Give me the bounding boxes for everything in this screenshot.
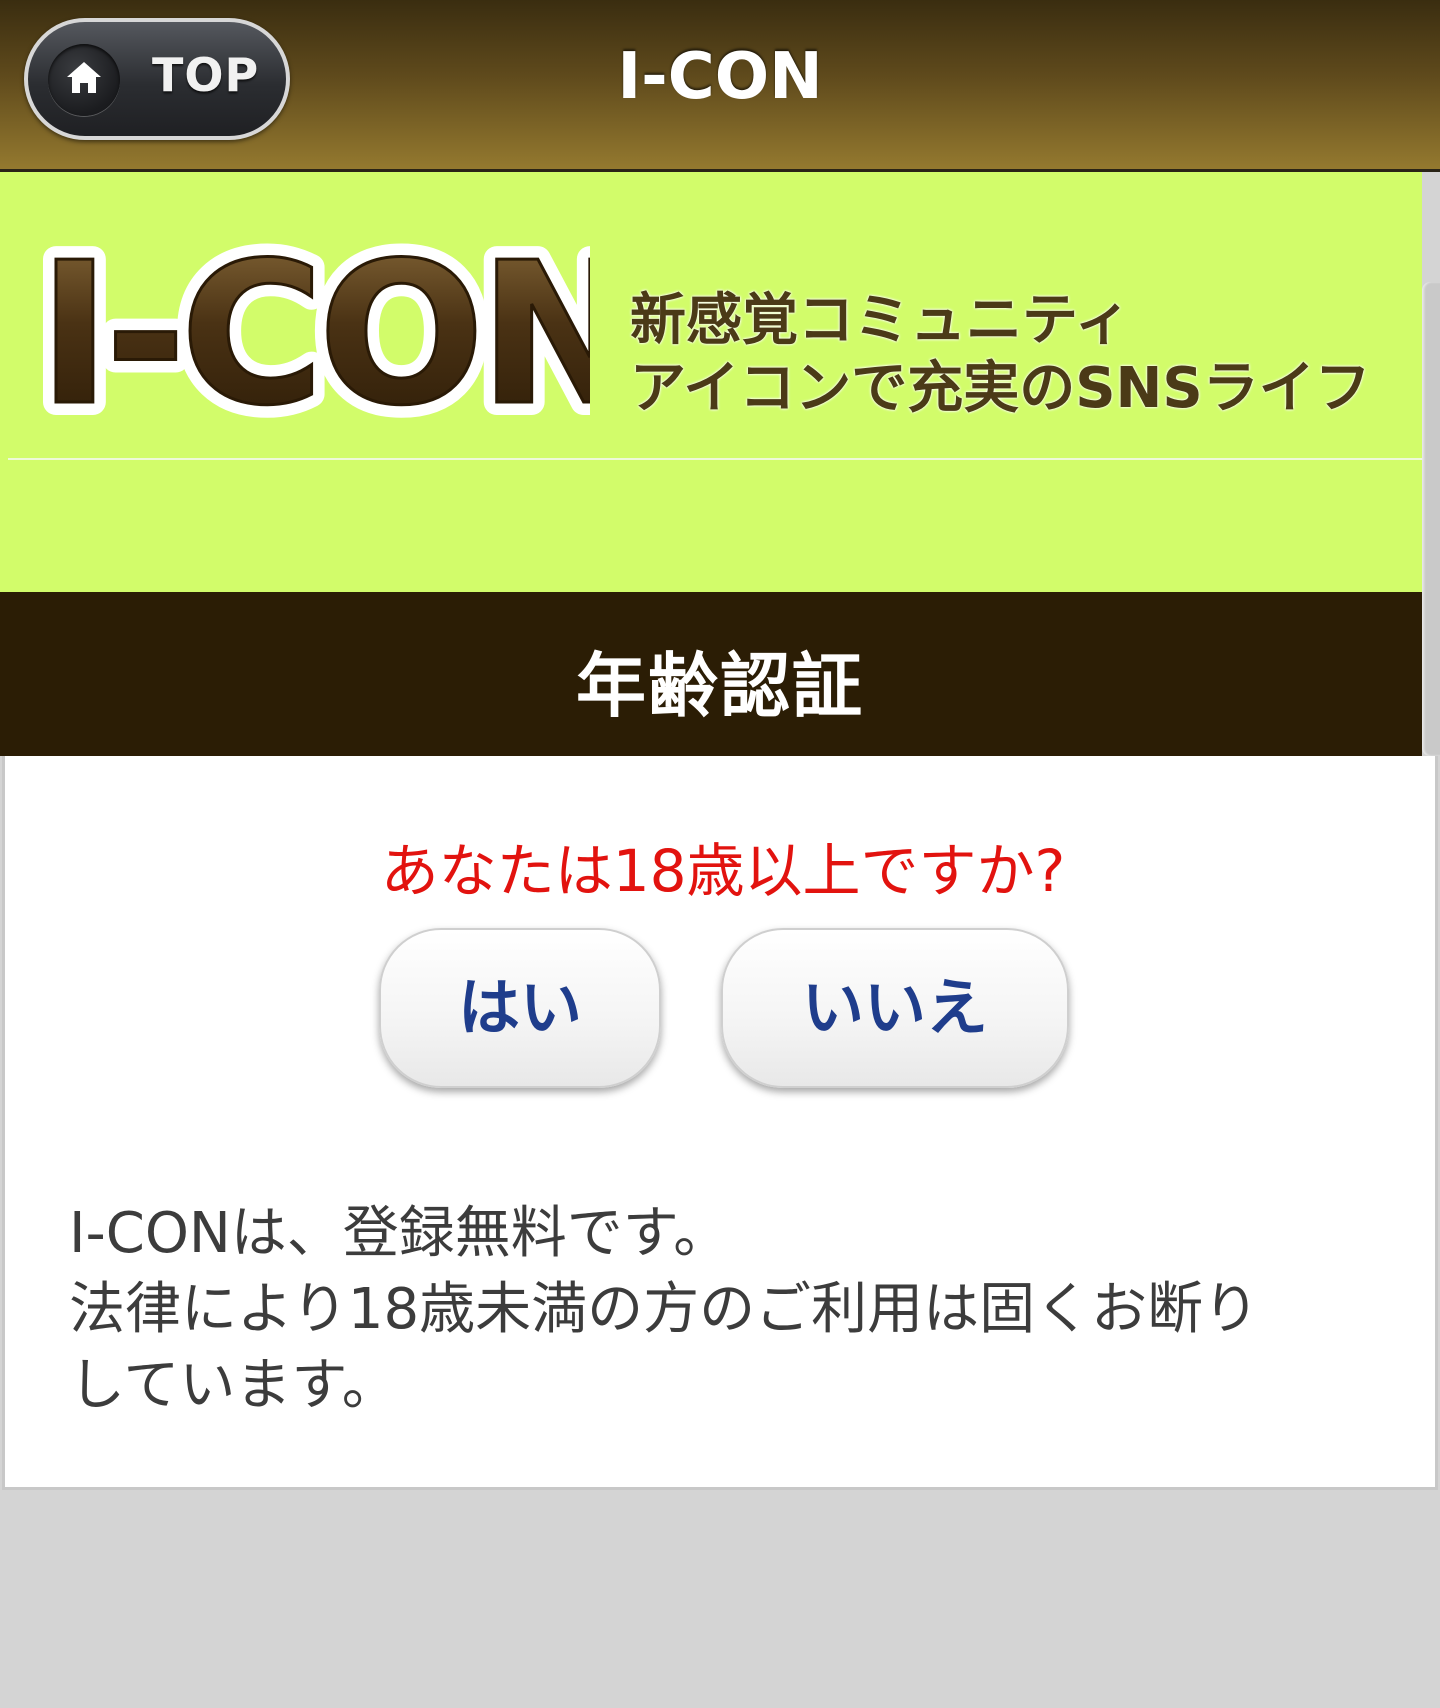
- notice-text: I-CONは、登録無料です。 法律により18歳未満の方のご利用は固くお断り して…: [69, 1196, 1389, 1424]
- section-title: 年齢認証: [576, 645, 864, 727]
- no-button[interactable]: いいえ: [721, 928, 1069, 1088]
- page: TOP I-CON I-CON I-CON 新感覚コミュニティ アイコンで充実の…: [0, 0, 1440, 1708]
- section-header: 年齢認証: [0, 592, 1422, 756]
- banner-tagline: 新感覚コミュニティ アイコンで充実のSNSライフ: [630, 287, 1371, 423]
- tagline-line-1: 新感覚コミュニティ: [630, 288, 1131, 353]
- notice-line-3: しています。: [69, 1353, 398, 1418]
- yes-button[interactable]: はい: [379, 928, 661, 1088]
- age-verification-card: あなたは18歳以上ですか? はい いいえ I-CONは、登録無料です。 法律によ…: [2, 756, 1438, 1490]
- i-con-logo: I-CON I-CON: [30, 230, 590, 440]
- site-banner: I-CON I-CON 新感覚コミュニティ アイコンで充実のSNSライフ: [0, 172, 1422, 592]
- app-header: TOP I-CON: [0, 0, 1440, 172]
- notice-line-1: I-CONは、登録無料です。: [69, 1201, 730, 1266]
- tagline-line-2: アイコンで充実のSNSライフ: [630, 356, 1371, 421]
- page-title: I-CON: [617, 40, 823, 114]
- divider: [8, 458, 1422, 460]
- logo-text: I-CON: [38, 230, 590, 440]
- notice-line-2: 法律により18歳未満の方のご利用は固くお断り: [69, 1277, 1260, 1342]
- age-question: あなたは18歳以上ですか?: [380, 837, 1066, 905]
